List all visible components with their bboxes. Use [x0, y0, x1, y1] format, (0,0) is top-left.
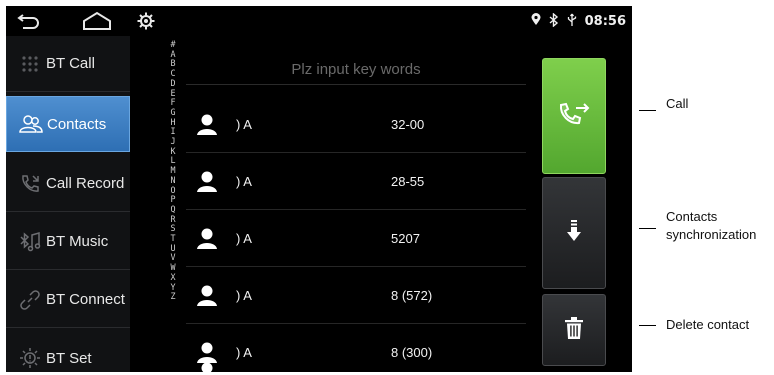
contacts-sync-button[interactable]	[542, 177, 606, 289]
sidebar-item-label: Call Record	[46, 175, 125, 192]
home-icon[interactable]	[80, 6, 114, 36]
gear-icon	[16, 344, 44, 372]
callout-delete: Delete contact	[666, 317, 750, 332]
contact-name: ) A	[236, 288, 252, 303]
contact-avatar-icon	[196, 285, 218, 307]
download-arrow-icon	[566, 219, 582, 247]
phone-arrow-icon	[557, 101, 591, 132]
contact-number: 32-00	[391, 117, 425, 132]
sidebar-item-label: BT Connect	[46, 291, 125, 308]
bluetooth-icon	[549, 11, 559, 30]
list-item[interactable]: ) A 8 (572)	[186, 267, 526, 324]
status-bar: 08:56	[6, 6, 632, 36]
callout-line-call	[639, 110, 656, 111]
head-unit-screen: 08:56 BT Call Contacts Call Record BT Mu…	[6, 6, 632, 372]
sidebar-item-label: BT Music	[46, 233, 109, 250]
link-icon	[16, 286, 44, 314]
contact-avatar-icon	[196, 362, 218, 372]
music-icon	[16, 228, 44, 256]
sidebar-item-label: Contacts	[47, 115, 107, 133]
sidebar: BT Call Contacts Call Record BT Music BT…	[6, 36, 130, 372]
contacts-icon	[17, 110, 45, 138]
contact-number: 28-55	[391, 174, 425, 189]
callout-sync-line1: Contacts	[666, 209, 718, 224]
settings-icon[interactable]	[134, 6, 158, 36]
callout-sync: Contacts synchronization	[666, 208, 756, 244]
index-letter[interactable]: Z	[170, 292, 175, 302]
search-placeholder: Plz input key words	[291, 60, 421, 78]
contact-name: ) A	[236, 117, 252, 132]
list-item[interactable]: ) A 8 (300)	[186, 324, 526, 372]
callout-line-delete	[639, 325, 656, 326]
contact-number: 8 (572)	[391, 288, 433, 303]
contact-avatar-icon	[196, 342, 218, 364]
contact-name: ) A	[236, 174, 252, 189]
sidebar-item-call-record[interactable]: Call Record	[6, 156, 130, 212]
back-icon[interactable]	[14, 6, 44, 36]
call-record-icon	[16, 170, 44, 198]
search-input[interactable]: Plz input key words	[186, 54, 526, 85]
list-item[interactable]: ) A 5207	[186, 210, 526, 267]
sidebar-item-bt-music[interactable]: BT Music	[6, 214, 130, 270]
list-item[interactable]: ) A 28-55	[186, 153, 526, 210]
call-button[interactable]	[542, 58, 606, 174]
location-icon	[531, 13, 541, 29]
contact-avatar-icon	[196, 171, 218, 193]
contact-avatar-icon	[196, 228, 218, 250]
alphabet-index[interactable]: # A B C D E F G H I J K L M N O P Q R S T U V W X Y Z	[164, 36, 182, 372]
contact-name: ) A	[236, 345, 252, 360]
contact-avatar-icon	[196, 114, 218, 136]
callout-call: Call	[666, 96, 689, 111]
sidebar-item-label: BT Set	[46, 349, 92, 367]
clock: 08:56	[584, 13, 626, 29]
sidebar-item-label: BT Call	[46, 55, 95, 72]
sidebar-item-bt-call[interactable]: BT Call	[6, 36, 130, 92]
contact-name: ) A	[236, 231, 252, 246]
callout-sync-line2: synchronization	[666, 227, 757, 242]
sidebar-item-contacts[interactable]: Contacts	[6, 96, 130, 152]
trash-icon	[565, 316, 583, 344]
dialpad-icon	[16, 50, 44, 78]
callout-line-sync	[639, 228, 656, 229]
list-item[interactable]: ) A 32-00	[186, 96, 526, 153]
status-indicators: 08:56	[531, 6, 626, 36]
sidebar-item-bt-connect[interactable]: BT Connect	[6, 272, 130, 328]
delete-contact-button[interactable]	[542, 294, 606, 366]
sidebar-item-bt-set[interactable]: BT Set	[6, 330, 130, 372]
contact-number: 8 (300)	[391, 345, 433, 360]
usb-icon	[567, 13, 577, 30]
contact-number: 5207	[391, 231, 420, 246]
